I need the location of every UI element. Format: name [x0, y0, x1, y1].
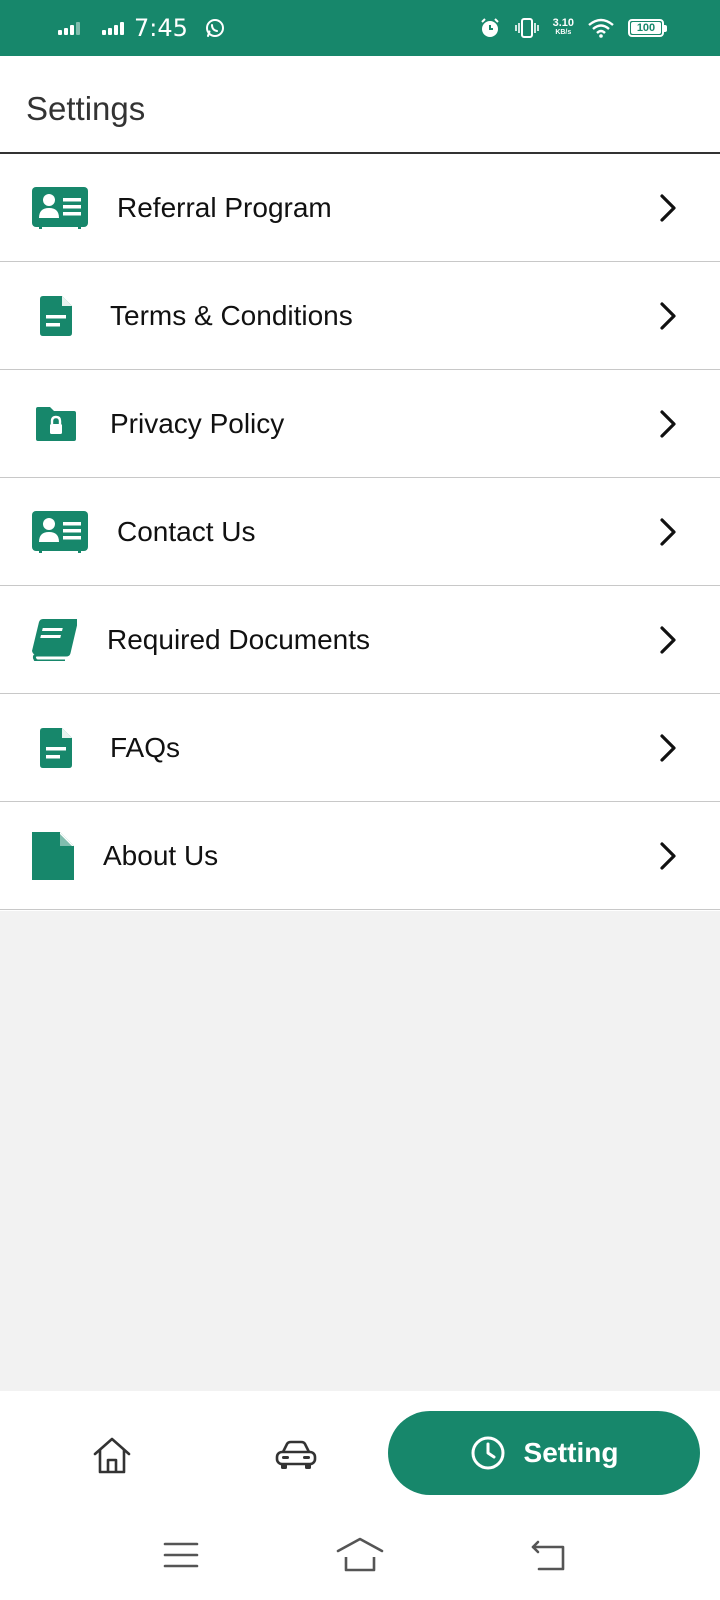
nav-setting-label: Setting [523, 1437, 619, 1468]
chevron-right-icon [660, 733, 676, 762]
settings-menu: Referral Program Terms & Conditions Priv… [0, 154, 720, 910]
chevron-right-icon [660, 841, 676, 870]
document-icon [40, 727, 72, 768]
car-icon [275, 1440, 317, 1469]
network-speed: 3.10 KB/s [552, 17, 574, 37]
nav-setting-button[interactable]: Setting [388, 1411, 700, 1495]
chevron-right-icon [660, 517, 676, 546]
menu-item-label: Terms & Conditions [110, 299, 353, 331]
menu-item-faqs[interactable]: FAQs [0, 694, 720, 802]
system-back-button[interactable] [524, 1535, 572, 1575]
id-card-icon [32, 186, 88, 229]
whatsapp-icon [205, 19, 224, 37]
page-title: Settings [26, 90, 146, 127]
bottom-navigation: Setting [0, 1391, 720, 1515]
menu-item-label: About Us [103, 839, 219, 871]
sim2-signal-icon [102, 21, 124, 35]
menu-item-label: Contact Us [117, 515, 256, 547]
battery-label: 100 [636, 22, 656, 34]
chevron-right-icon [660, 625, 676, 654]
status-left: 7:45 [58, 0, 226, 56]
chevron-right-icon [660, 193, 676, 222]
nav-home-button[interactable] [88, 1431, 136, 1479]
chevron-right-icon [660, 409, 676, 438]
menu-item-privacy-policy[interactable]: Privacy Policy [0, 370, 720, 478]
status-bar: 7:45 3.10 KB/s 100 [0, 0, 720, 56]
menu-item-terms-conditions[interactable]: Terms & Conditions [0, 262, 720, 370]
system-navigation-bar [0, 1515, 720, 1600]
status-time: 7:45 [134, 14, 188, 42]
back-icon [531, 1540, 565, 1571]
chevron-right-icon [660, 301, 676, 330]
menu-item-required-documents[interactable]: Required Documents [0, 586, 720, 694]
wifi-icon [588, 18, 614, 38]
home-outline-icon [336, 1537, 384, 1572]
header: Settings [0, 56, 720, 154]
menu-item-label: Referral Program [117, 191, 332, 223]
sim1-signal-icon [58, 21, 80, 35]
menu-item-contact-us[interactable]: Contact Us [0, 478, 720, 586]
id-card-icon [32, 510, 88, 553]
menu-item-referral-program[interactable]: Referral Program [0, 154, 720, 262]
vibrate-icon [514, 18, 539, 38]
menu-icon [163, 1542, 199, 1568]
menu-item-label: Privacy Policy [110, 407, 285, 439]
menu-item-about-us[interactable]: About Us [0, 802, 720, 910]
alarm-icon [480, 18, 499, 37]
home-icon [93, 1437, 131, 1474]
menu-item-label: FAQs [110, 731, 181, 763]
empty-content-area [0, 911, 720, 1391]
system-menu-button[interactable] [157, 1535, 205, 1575]
document-icon [40, 295, 72, 336]
book-icon [31, 618, 77, 661]
system-home-button[interactable] [336, 1535, 384, 1575]
file-icon [32, 831, 74, 880]
battery-icon: 100 [628, 19, 667, 37]
clock-icon [471, 1436, 505, 1470]
menu-item-label: Required Documents [107, 623, 371, 655]
nav-car-button[interactable] [272, 1431, 320, 1479]
status-right: 3.10 KB/s 100 [479, 0, 667, 56]
folder-lock-icon [36, 406, 76, 441]
